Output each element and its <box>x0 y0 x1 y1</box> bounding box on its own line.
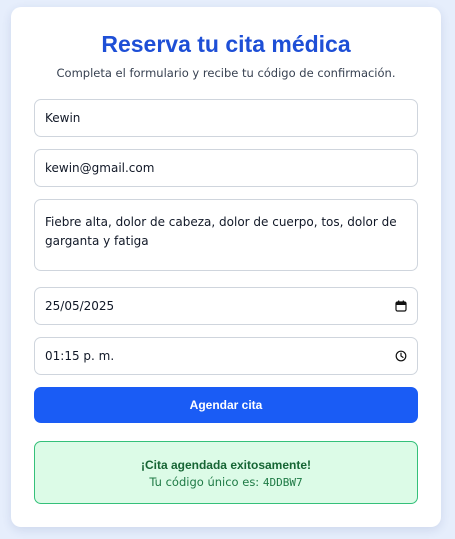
symptoms-textarea-value: Fiebre alta, dolor de cabeza, dolor de c… <box>45 215 397 248</box>
time-input-value: 01:15 p. m. <box>45 349 115 363</box>
calendar-icon[interactable] <box>395 300 407 312</box>
confirmation-code-label: Tu código único es: <box>149 475 260 489</box>
schedule-appointment-button[interactable]: Agendar cita <box>34 387 418 423</box>
email-input-value: kewin@gmail.com <box>45 161 155 175</box>
confirmation-code-line: Tu código único es: 4DDBW7 <box>35 475 417 489</box>
booking-card: Reserva tu cita médica Completa el formu… <box>11 7 441 527</box>
name-input-value: Kewin <box>45 111 81 125</box>
symptoms-textarea[interactable]: Fiebre alta, dolor de cabeza, dolor de c… <box>34 199 418 271</box>
time-input[interactable]: 01:15 p. m. <box>34 337 418 375</box>
success-alert: ¡Cita agendada exitosamente! Tu código ú… <box>34 441 418 504</box>
clock-icon[interactable] <box>395 350 407 362</box>
page-subtitle: Completa el formulario y recibe tu códig… <box>56 66 396 80</box>
date-input[interactable]: 25/05/2025 <box>34 287 418 325</box>
success-title: ¡Cita agendada exitosamente! <box>140 458 312 472</box>
confirmation-code: 4DDBW7 <box>262 476 303 489</box>
date-input-value: 25/05/2025 <box>45 299 115 313</box>
page-title: Reserva tu cita médica <box>101 31 351 57</box>
name-input[interactable]: Kewin <box>34 99 418 137</box>
email-input[interactable]: kewin@gmail.com <box>34 149 418 187</box>
